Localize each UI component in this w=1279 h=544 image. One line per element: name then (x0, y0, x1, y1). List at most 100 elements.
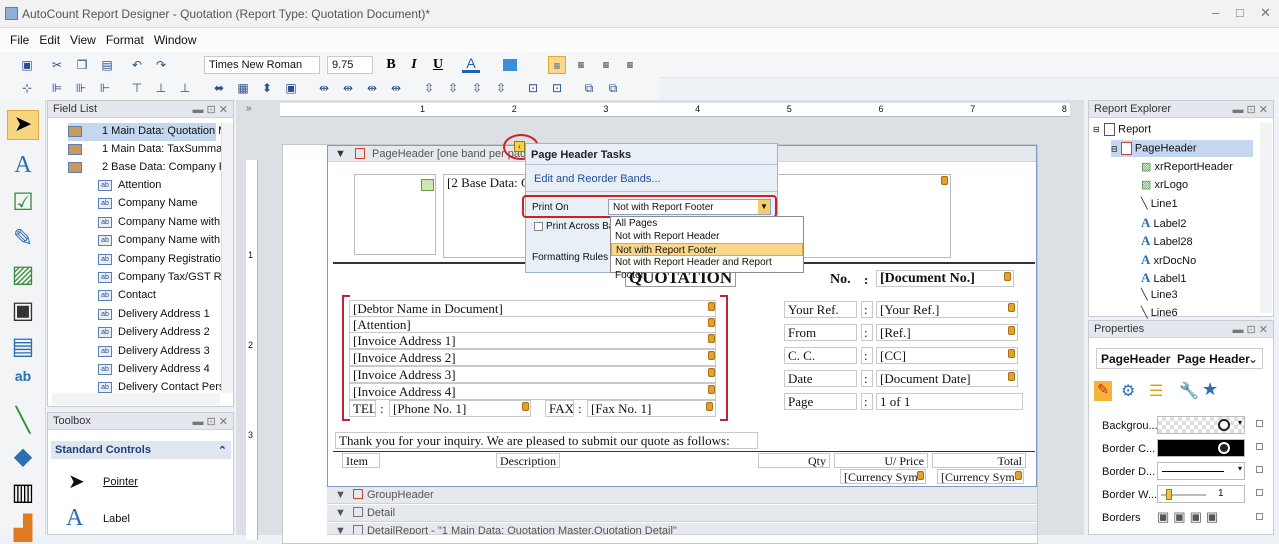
column-item-header[interactable]: Item (342, 453, 380, 468)
invoice-address-2-field[interactable]: [Invoice Address 2] (349, 349, 716, 366)
make-same-height-icon[interactable]: ⬍ (258, 79, 276, 97)
panel-pin-icon[interactable]: ▬ ⊡ ✕ (1232, 103, 1268, 116)
from-colon[interactable]: : (861, 324, 873, 341)
align-middles-icon[interactable]: ⊥ (152, 79, 170, 97)
print-across-checkbox[interactable] (534, 222, 543, 231)
currency-symbol-2[interactable]: [Currency Sym (937, 469, 1024, 484)
tree-node-base-data[interactable]: 2 Base Data: Company Pr (68, 159, 230, 177)
cc-field[interactable]: [CC] (876, 347, 1018, 364)
explorer-item[interactable]: A Label2 (1141, 215, 1187, 231)
font-name-select[interactable]: Times New Roman (204, 56, 320, 74)
toolbox-pointer[interactable]: Pointer (103, 476, 138, 488)
chevron-down-icon[interactable]: ▾ (1238, 464, 1242, 473)
behavior-tab-icon[interactable]: ⚙ (1121, 381, 1135, 401)
horiz-spacing-equal-icon[interactable]: ⇹ (315, 79, 333, 97)
invoice-address-4-field[interactable]: [Invoice Address 4] (349, 383, 716, 400)
band-expand-icon[interactable]: ▼ (335, 507, 346, 519)
close-button[interactable]: ✕ (1260, 5, 1271, 21)
bring-to-front-icon[interactable]: ⧉ (580, 79, 598, 97)
explorer-item[interactable]: ╲ Line3 (1141, 288, 1178, 301)
panel-tool-icon[interactable]: ▣ (7, 296, 39, 326)
panel-pin-icon[interactable]: ▬ ⊡ ✕ (192, 103, 228, 116)
groupheader-band[interactable]: ▼ GroupHeader (327, 487, 1037, 504)
collapse-icon[interactable]: ⌃ (218, 444, 227, 457)
chevron-down-icon[interactable]: ▾ (1238, 418, 1242, 427)
column-qty-header[interactable]: Qty (758, 453, 830, 468)
from-label[interactable]: From (784, 324, 857, 341)
font-color-button[interactable]: A (462, 56, 480, 73)
table-tool-icon[interactable]: ▤ (7, 332, 39, 362)
redo-icon[interactable]: ↷ (152, 56, 170, 74)
fax-label[interactable]: FAX (545, 400, 574, 417)
panel-pin-icon[interactable]: ▬ ⊡ ✕ (1232, 323, 1268, 336)
align-tops-icon[interactable]: ⊤ (128, 79, 146, 97)
column-description-header[interactable]: Description (496, 453, 560, 468)
explorer-item[interactable]: ╲ Line6 (1141, 306, 1178, 319)
menu-edit[interactable]: Edit (34, 28, 65, 47)
column-price-header[interactable]: U/ Price (834, 453, 928, 468)
from-field[interactable]: [Ref.] (876, 324, 1018, 341)
tree-node-tax-summary[interactable]: 1 Main Data: TaxSummar (68, 141, 226, 159)
minimize-button[interactable]: – (1212, 5, 1219, 20)
border-color-editor[interactable] (1157, 439, 1245, 457)
standard-controls-group[interactable]: Standard Controls ⌃ (51, 441, 231, 459)
cc-colon[interactable]: : (861, 347, 873, 364)
back-color-icon[interactable] (503, 59, 517, 71)
your-ref-label[interactable]: Your Ref. (784, 301, 857, 318)
page-field[interactable]: 1 of 1 (876, 393, 1023, 410)
print-on-option[interactable]: Not with Report Header and Report Footer (611, 256, 803, 281)
document-no-field[interactable]: [Document No.] (876, 270, 1014, 287)
copy-icon[interactable]: ❐ (73, 56, 91, 74)
reset-icon[interactable] (1256, 513, 1263, 520)
vert-spacing-remove-icon[interactable]: ⇳ (492, 79, 510, 97)
paste-icon[interactable]: ▤ (98, 56, 116, 74)
favorites-tab-icon[interactable]: ★ (1202, 379, 1218, 400)
your-ref-colon[interactable]: : (861, 301, 873, 318)
explorer-scrollbar[interactable] (1260, 123, 1272, 313)
undo-icon[interactable]: ↶ (128, 56, 146, 74)
chevron-down-icon[interactable]: ⌄ (1248, 352, 1258, 366)
align-lefts-icon[interactable]: ⊫ (48, 79, 66, 97)
reset-icon[interactable] (1256, 443, 1263, 450)
align-center-icon[interactable]: ≡ (572, 56, 590, 74)
align-left-icon[interactable]: ≡ (548, 56, 566, 74)
panel-pin-icon[interactable]: ▬ ⊡ ✕ (192, 415, 228, 428)
checkbox-tool-icon[interactable]: ☑ (7, 188, 39, 218)
explorer-item[interactable]: A Label28 (1141, 233, 1193, 249)
color-picker-icon[interactable] (1218, 419, 1230, 431)
reset-icon[interactable] (1256, 489, 1263, 496)
data-tab-icon[interactable]: ☰ (1149, 381, 1163, 401)
phone-field[interactable]: [Phone No. 1] (389, 400, 531, 417)
explorer-item[interactable]: A Label1 (1141, 270, 1187, 286)
thank-you-label[interactable]: Thank you for your inquiry. We are pleas… (335, 432, 758, 449)
band-expand-icon[interactable]: ▼ (335, 148, 346, 160)
appearance-tab-icon[interactable]: ✎ (1094, 381, 1112, 401)
color-picker-icon[interactable] (1218, 442, 1230, 454)
explorer-item[interactable]: ▨ xrLogo (1141, 178, 1188, 191)
invoice-address-1-field[interactable]: [Invoice Address 1] (349, 332, 716, 349)
date-colon[interactable]: : (861, 370, 873, 387)
object-selector[interactable]: PageHeader Page Header ⌄ (1096, 348, 1263, 369)
tree-node-main-quotation[interactable]: 1 Main Data: Quotation M (68, 123, 227, 141)
underline-button[interactable]: U (429, 56, 447, 74)
vert-spacing-decrease-icon[interactable]: ⇳ (468, 79, 486, 97)
fax-colon[interactable]: : (578, 401, 582, 417)
no-label[interactable]: No. (830, 272, 851, 288)
explorer-pageheader[interactable]: ⊟ PageHeader (1111, 140, 1253, 157)
bold-button[interactable]: B (382, 56, 400, 74)
debtor-name-field[interactable]: [Debtor Name in Document] (349, 300, 716, 317)
currency-symbol-1[interactable]: [Currency Sym (840, 469, 926, 484)
your-ref-field[interactable]: [Your Ref.] (876, 301, 1018, 318)
print-on-option[interactable]: Not with Report Header (611, 230, 803, 243)
borders-editor[interactable]: ▣▣▣▣ (1157, 509, 1247, 525)
richtext-tool-icon[interactable]: ✎ (7, 224, 39, 254)
menu-file[interactable]: File (0, 28, 34, 47)
cc-label[interactable]: C. C. (784, 347, 857, 364)
tree-toggle-icon[interactable]: ⊟ (1111, 144, 1118, 153)
vert-spacing-increase-icon[interactable]: ⇳ (444, 79, 462, 97)
no-colon[interactable]: : (864, 272, 868, 288)
reset-icon[interactable] (1256, 466, 1263, 473)
detail-band[interactable]: ▼ Detail (327, 505, 1037, 522)
menu-window[interactable]: Window (149, 28, 202, 47)
explorer-item[interactable]: ╲ Line1 (1141, 197, 1178, 210)
